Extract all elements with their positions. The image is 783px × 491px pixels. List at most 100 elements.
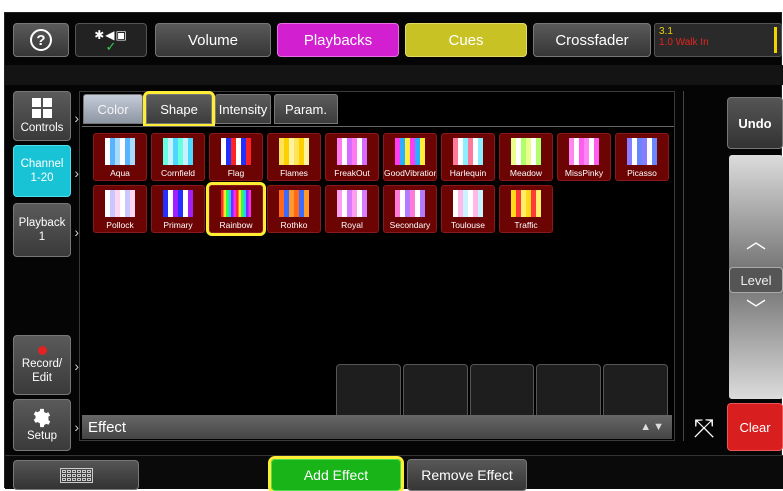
slot-button[interactable] <box>603 364 668 420</box>
effect-tile-primary[interactable]: Primary <box>151 185 205 233</box>
effect-label: Toulouse <box>450 220 486 230</box>
sidebar-item-sublabel: 1-20 <box>30 172 54 184</box>
effect-swatch <box>453 138 483 165</box>
effect-swatch <box>221 190 251 217</box>
add-effect-button[interactable]: Add Effect <box>268 456 404 491</box>
sidebar-item-playback[interactable]: Playback 1 <box>13 203 79 257</box>
remove-effect-button[interactable]: Remove Effect <box>407 459 527 491</box>
help-icon: ? <box>30 29 52 51</box>
effect-label: Primary <box>163 220 193 230</box>
effect-label: Flag <box>227 168 245 178</box>
console-window: ? ✱◀▣ ✓ Volume Playbacks Cues Crossfader… <box>4 12 783 491</box>
slot-button[interactable] <box>402 364 468 420</box>
sidebar-item-channel[interactable]: Channel 1-20 <box>13 145 79 197</box>
effect-tile-flag[interactable]: Flag <box>209 133 263 181</box>
slot-button[interactable] <box>336 364 401 420</box>
effect-swatch <box>337 190 367 217</box>
effect-tile-royal[interactable]: Royal <box>325 185 379 233</box>
effect-label: Picasso <box>627 168 657 178</box>
effect-tile-cornfield[interactable]: Cornfield <box>151 133 205 181</box>
sidebar-item-record-edit[interactable]: Record/ Edit <box>13 335 79 395</box>
effect-label: Rainbow <box>219 220 253 230</box>
status-button[interactable]: ✱◀▣ ✓ <box>75 23 147 57</box>
effect-label: Cornfield <box>160 168 196 178</box>
sidebar-item-sublabel: 1 <box>38 231 46 243</box>
tab-color[interactable]: Color <box>83 94 143 124</box>
tab-volume[interactable]: Volume <box>155 23 271 57</box>
undo-button[interactable]: Undo <box>727 97 783 149</box>
effect-tile-aqua[interactable]: Aqua <box>93 133 147 181</box>
sidebar-item-label: Channel <box>20 158 64 170</box>
effect-tile-meadow[interactable]: Meadow <box>499 133 553 181</box>
clear-button[interactable]: Clear <box>727 403 783 451</box>
cue-info[interactable]: 3.1 1.0 Walk In <box>654 23 782 57</box>
effect-label: Aqua <box>110 168 130 178</box>
zoom-icon[interactable]: ⤧ <box>687 411 721 445</box>
effect-panel: Color Shape Intensity Param. Aqua Cornfie… <box>79 91 675 441</box>
tab-intensity[interactable]: Intensity <box>215 94 271 124</box>
sidebar-item-label: Controls <box>20 121 64 134</box>
grid-icon <box>32 97 52 118</box>
effect-tile-picasso[interactable]: Picasso <box>615 133 669 181</box>
cue-name: 1.0 Walk In <box>659 37 709 48</box>
effect-tile-misspinky[interactable]: MissPinky <box>557 133 611 181</box>
effect-bar[interactable]: Effect ▲▼ <box>82 415 672 439</box>
effect-swatch <box>279 138 309 165</box>
tab-param[interactable]: Param. <box>274 94 338 124</box>
level-handle[interactable]: Level <box>729 267 783 293</box>
tab-playbacks[interactable]: Playbacks <box>277 23 399 57</box>
effect-swatch <box>511 190 541 217</box>
effect-swatch <box>453 190 483 217</box>
effect-label: GoodVibration <box>384 168 436 178</box>
effect-tile-traffic[interactable]: Traffic <box>499 185 553 233</box>
effect-swatch <box>511 138 541 165</box>
effect-swatch <box>163 190 193 217</box>
effect-label: Flames <box>280 168 308 178</box>
effect-tile-secondary[interactable]: Secondary <box>383 185 437 233</box>
tab-crossfader[interactable]: Crossfader <box>533 23 651 57</box>
sidebar-item-setup[interactable]: Setup <box>13 399 79 451</box>
cue-progress-bar <box>774 27 777 53</box>
sidebar-item-label: Record/ <box>21 357 63 370</box>
status-strip <box>5 65 783 85</box>
effect-tile-toulouse[interactable]: Toulouse <box>441 185 495 233</box>
effect-tile-freakout[interactable]: FreakOut <box>325 133 379 181</box>
chevron-down-icon: ﹀ <box>746 299 766 321</box>
keypad-slots <box>336 364 668 420</box>
tab-cues[interactable]: Cues <box>405 23 527 57</box>
effect-label: Harlequin <box>449 168 487 178</box>
effect-tile-goodvibration[interactable]: GoodVibration <box>383 133 437 181</box>
effect-swatch <box>627 138 657 165</box>
tab-shape[interactable]: Shape <box>143 91 215 127</box>
effect-label: Traffic <box>514 220 538 230</box>
effect-tile-pollock[interactable]: Pollock <box>93 185 147 233</box>
effect-label: Rothko <box>280 220 308 230</box>
divider <box>683 91 684 441</box>
slot-button[interactable] <box>536 364 602 420</box>
expand-arrows-icon[interactable]: ▲▼ <box>640 421 666 433</box>
gear-icon <box>33 408 51 428</box>
effect-label: Secondary <box>389 220 431 230</box>
keypad-button[interactable] <box>13 460 139 490</box>
effect-swatch <box>279 190 309 217</box>
effect-swatch <box>395 138 425 165</box>
effect-tile-harlequin[interactable]: Harlequin <box>441 133 495 181</box>
effect-swatch <box>105 138 135 165</box>
slot-button[interactable] <box>469 364 535 420</box>
sidebar-item-sublabel: Edit <box>32 371 52 384</box>
check-icon: ✓ <box>105 39 117 54</box>
chevron-up-icon: ︿ <box>746 231 766 253</box>
level-fader[interactable]: ︿ Level ﹀ <box>729 155 783 399</box>
record-icon <box>37 345 47 355</box>
sidebar-item-controls[interactable]: Controls <box>13 91 79 141</box>
help-button[interactable]: ? <box>13 23 69 57</box>
effect-label: Royal <box>341 220 363 230</box>
effect-tile-flames[interactable]: Flames <box>267 133 321 181</box>
effect-label: Pollock <box>106 220 134 230</box>
sidebar-item-label: Playback <box>18 217 66 229</box>
sidebar-item-label: Setup <box>26 430 58 442</box>
effect-tile-rothko[interactable]: Rothko <box>267 185 321 233</box>
effect-swatch <box>221 138 251 165</box>
effect-tile-rainbow[interactable]: Rainbow <box>206 182 266 236</box>
cue-number: 3.1 <box>659 26 673 37</box>
